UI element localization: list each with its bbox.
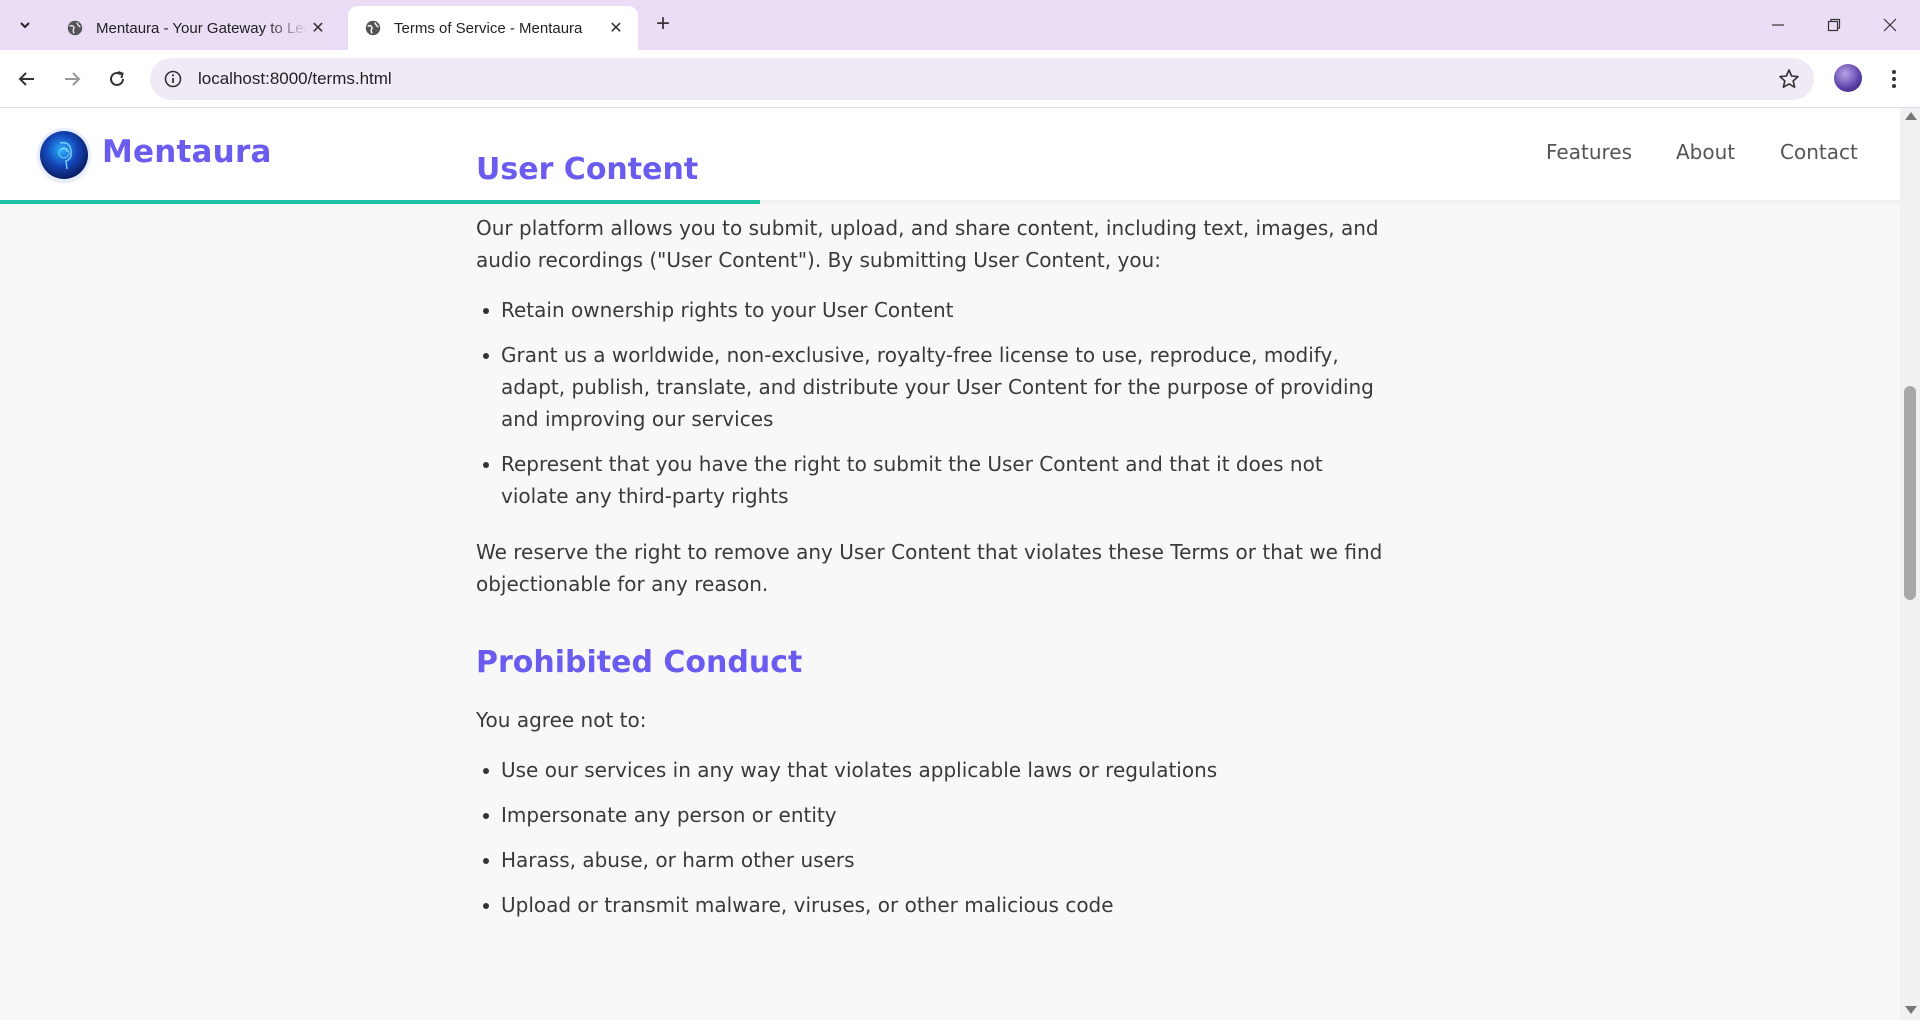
browser-tab-home[interactable]: Mentaura - Your Gateway to Learning ✕ <box>50 6 340 50</box>
browser-menu-button[interactable] <box>1880 64 1908 94</box>
section-paragraph: Our platform allows you to submit, uploa… <box>476 216 1379 272</box>
close-icon[interactable]: ✕ <box>606 18 626 38</box>
nav-link-contact[interactable]: Contact <box>1780 140 1858 164</box>
profile-avatar[interactable] <box>1834 64 1862 92</box>
tab-title: Mentaura - Your Gateway to Learning <box>96 19 308 37</box>
restore-icon <box>1827 18 1841 32</box>
arrow-left-icon <box>18 72 34 86</box>
close-icon <box>1883 18 1897 32</box>
chevron-down-icon <box>20 22 30 29</box>
scroll-down-arrow-icon[interactable] <box>1905 1006 1917 1014</box>
list-item: Retain ownership rights to your User Con… <box>476 294 1396 326</box>
back-button[interactable] <box>10 62 44 96</box>
list-item: Impersonate any person or entity <box>476 799 1396 831</box>
scroll-up-arrow-icon[interactable] <box>1905 112 1917 120</box>
list-item: Upload or transmit malware, viruses, or … <box>476 889 1396 921</box>
minimize-button[interactable] <box>1750 0 1806 50</box>
address-bar[interactable]: localhost:8000/terms.html <box>150 58 1814 100</box>
bookmark-star-icon[interactable] <box>1778 68 1800 90</box>
browser-tab-terms[interactable]: Terms of Service - Mentaura ✕ <box>348 6 638 50</box>
browser-toolbar: localhost:8000/terms.html <box>0 50 1920 108</box>
tab-title: Terms of Service - Mentaura <box>394 19 583 37</box>
section-list: Use our services in any way that violate… <box>476 754 1396 921</box>
more-vert-icon <box>1892 70 1896 88</box>
section-paragraph: We reserve the right to remove any User … <box>476 540 1383 596</box>
nav-link-about[interactable]: About <box>1676 140 1735 164</box>
section-list: Retain ownership rights to your User Con… <box>476 294 1396 512</box>
url-text[interactable]: localhost:8000/terms.html <box>198 69 392 89</box>
forward-button[interactable] <box>55 62 89 96</box>
browser-tab-bar: Mentaura - Your Gateway to Learning ✕ Te… <box>0 0 1920 50</box>
new-tab-button[interactable]: + <box>650 12 676 38</box>
window-close-button[interactable] <box>1862 0 1918 50</box>
restore-button[interactable] <box>1806 0 1862 50</box>
reload-icon <box>110 71 124 86</box>
section-heading: User Content <box>476 152 699 187</box>
section-heading: Prohibited Conduct <box>476 645 803 680</box>
minimize-icon <box>1772 24 1784 26</box>
close-icon[interactable]: ✕ <box>308 18 328 38</box>
site-info-icon[interactable] <box>152 58 194 100</box>
list-item: Use our services in any way that violate… <box>476 754 1396 786</box>
section-paragraph: You agree not to: <box>476 708 647 732</box>
list-item: Grant us a worldwide, non-exclusive, roy… <box>476 339 1396 435</box>
page-viewport: Mentaura Features About Contact User Con… <box>0 108 1920 1020</box>
list-item: Represent that you have the right to sub… <box>476 448 1396 512</box>
reload-button[interactable] <box>100 62 134 96</box>
reading-progress-bar <box>0 200 760 204</box>
arrow-right-icon <box>65 72 81 86</box>
globe-icon <box>67 20 83 36</box>
site-header: Mentaura Features About Contact <box>0 108 1900 200</box>
scrollbar-thumb[interactable] <box>1904 386 1916 600</box>
nav-link-features[interactable]: Features <box>1546 140 1632 164</box>
brand-logo[interactable] <box>40 131 88 179</box>
list-item: Harass, abuse, or harm other users <box>476 844 1396 876</box>
globe-icon <box>365 20 381 36</box>
tab-search-button[interactable] <box>8 8 42 42</box>
brand-name[interactable]: Mentaura <box>102 134 272 170</box>
